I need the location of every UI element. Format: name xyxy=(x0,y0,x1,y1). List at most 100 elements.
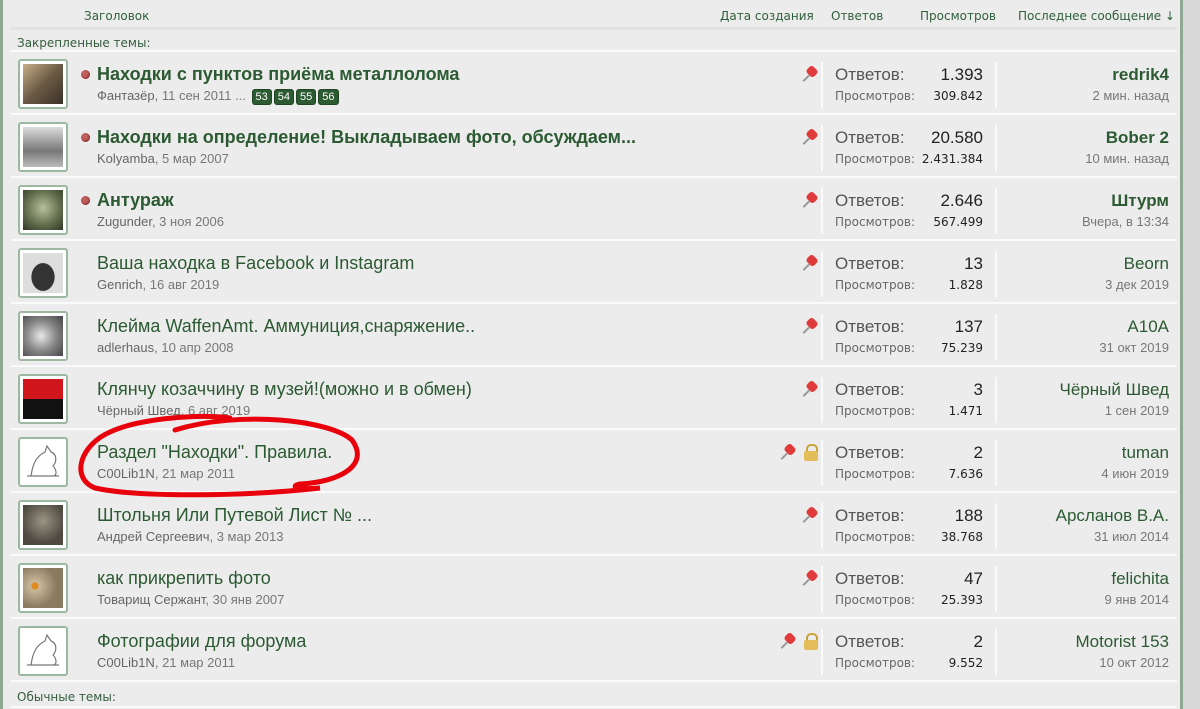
scrollbar-area[interactable] xyxy=(1180,0,1200,709)
thread-author-link[interactable]: Genrich xyxy=(97,277,143,292)
last-post-user-link[interactable]: Motorist 153 xyxy=(1075,632,1169,652)
thread-title-link[interactable]: Клейма WaffenAmt. Аммуниция,снаряжение.. xyxy=(97,316,475,337)
views-count: 1.828 xyxy=(948,278,983,292)
thread-list: Заголовок Дата создания Ответов Просмотр… xyxy=(0,0,1180,709)
last-post: Арсланов В.А. 31 июл 2014 xyxy=(1056,506,1169,544)
last-post-user-link[interactable]: A10A xyxy=(1099,317,1169,337)
thread-date: 11 сен 2011 xyxy=(161,88,232,103)
thread-author-link[interactable]: adlerhaus xyxy=(97,340,154,355)
replies-count: 47 xyxy=(964,569,983,588)
last-post-user-link[interactable]: Bober 2 xyxy=(1085,128,1169,148)
normal-section-label: Обычные темы: xyxy=(17,690,116,704)
views-count: 567.499 xyxy=(933,215,983,229)
thread-row: Штольня Или Путевой Лист № ... Андрей Сер… xyxy=(11,493,1177,556)
thread-author-link[interactable]: Zugunder xyxy=(97,214,152,229)
avatar[interactable] xyxy=(18,626,68,676)
last-post-time-link[interactable]: 3 дек 2019 xyxy=(1105,277,1169,292)
last-post-time-link[interactable]: 10 окт 2012 xyxy=(1075,655,1169,670)
views-count: 1.471 xyxy=(948,404,983,418)
last-post-time-link[interactable]: 4 июн 2019 xyxy=(1101,466,1169,481)
last-post: Beorn 3 дек 2019 xyxy=(1105,254,1169,292)
thread-stats: Ответов: 3 Просмотров: 1.471 xyxy=(821,377,997,423)
page-link[interactable]: 54 xyxy=(273,89,295,105)
avatar[interactable] xyxy=(18,563,68,613)
views-label: Просмотров: xyxy=(835,404,916,418)
avatar-image xyxy=(23,253,63,293)
thread-title-link[interactable]: Клянчу козаччину в музей!(можно и в обме… xyxy=(97,379,472,400)
thread-title-link[interactable]: Фотографии для форума xyxy=(97,631,306,652)
thread-date: 3 мар 2013 xyxy=(216,529,284,544)
thread-title-link[interactable]: Раздел "Находки". Правила. xyxy=(97,442,332,463)
avatar[interactable] xyxy=(18,122,68,172)
last-post-time-link[interactable]: 9 янв 2014 xyxy=(1105,592,1170,607)
last-post-time-link[interactable]: 10 мин. назад xyxy=(1085,151,1169,166)
thread-title-link[interactable]: Антураж xyxy=(97,190,174,211)
thread-author-link[interactable]: Чёрный Швед xyxy=(97,403,181,418)
thread-meta: C00Lib1N, 21 мар 2011 xyxy=(97,466,236,481)
thread-title-link[interactable]: Находки с пунктов приёма металлолома xyxy=(97,64,459,85)
lock-icon xyxy=(803,444,819,462)
page-link[interactable]: 53 xyxy=(251,89,272,105)
last-post-user-link[interactable]: Чёрный Швед xyxy=(1060,380,1170,400)
page-link[interactable]: 56 xyxy=(318,89,339,105)
thread-row: Ваша находка в Facebook и Instagram Genri… xyxy=(11,241,1177,304)
thread-title-link[interactable]: Находки на определение! Выкладываем фото… xyxy=(97,127,636,148)
thread-author-link[interactable]: C00Lib1N xyxy=(97,655,155,670)
last-post: Motorist 153 10 окт 2012 xyxy=(1075,632,1169,670)
thread-author-link[interactable]: C00Lib1N xyxy=(97,466,155,481)
thread-author-link[interactable]: Фантазёр xyxy=(97,88,155,103)
thread-date: 3 ноя 2006 xyxy=(159,214,224,229)
thread-row: Находки с пунктов приёма металлолома Фант… xyxy=(11,52,1177,115)
thread-row: как прикрепить фото Товарищ Сержант, 30 я… xyxy=(11,556,1177,619)
last-post-user-link[interactable]: tuman xyxy=(1101,443,1169,463)
avatar[interactable] xyxy=(18,374,68,424)
last-post-time-link[interactable]: 31 окт 2019 xyxy=(1099,340,1169,355)
sort-last-post[interactable]: Последнее сообщение ↓ xyxy=(1018,9,1175,23)
last-post-user-link[interactable]: Beorn xyxy=(1105,254,1169,274)
thread-author-link[interactable]: Kolyamba xyxy=(97,151,155,166)
last-post-time-link[interactable]: 2 мин. назад xyxy=(1093,88,1169,103)
thread-row: Фотографии для форума C00Lib1N, 21 мар 20… xyxy=(11,619,1177,682)
sticky-pin-icon xyxy=(779,633,797,651)
last-post-user-link[interactable]: redrik4 xyxy=(1093,65,1169,85)
views-label: Просмотров: xyxy=(835,215,916,229)
avatar[interactable] xyxy=(18,59,68,109)
sticky-pin-icon xyxy=(801,129,819,147)
thread-title-link[interactable]: Штольня Или Путевой Лист № ... xyxy=(97,505,372,526)
views-label: Просмотров: xyxy=(835,89,916,103)
last-post: A10A 31 окт 2019 xyxy=(1099,317,1169,355)
sticky-pin-icon xyxy=(801,381,819,399)
sort-views[interactable]: Просмотров xyxy=(920,9,996,23)
avatar-image xyxy=(23,316,63,356)
thread-title-link[interactable]: Ваша находка в Facebook и Instagram xyxy=(97,253,414,274)
sort-replies[interactable]: Ответов xyxy=(831,9,883,23)
last-post-user-link[interactable]: Штурм xyxy=(1082,191,1169,211)
thread-date: 30 янв 2007 xyxy=(212,592,285,607)
thread-author-link[interactable]: Андрей Сергеевич xyxy=(97,529,209,544)
last-post-time-link[interactable]: Вчера, в 13:34 xyxy=(1082,214,1169,229)
last-post: redrik4 2 мин. назад xyxy=(1093,65,1169,103)
views-count: 2.431.384 xyxy=(921,152,983,166)
replies-label: Ответов: xyxy=(835,317,905,336)
avatar[interactable] xyxy=(18,248,68,298)
sort-title[interactable]: Заголовок xyxy=(84,9,149,23)
avatar[interactable] xyxy=(18,311,68,361)
sort-date[interactable]: Дата создания xyxy=(720,9,814,23)
replies-count: 20.580 xyxy=(931,128,983,147)
avatar[interactable] xyxy=(18,500,68,550)
sticky-section-label: Закрепленные темы: xyxy=(17,36,151,50)
thread-title-link[interactable]: как прикрепить фото xyxy=(97,568,271,589)
avatar[interactable] xyxy=(18,185,68,235)
views-label: Просмотров: xyxy=(835,341,916,355)
views-count: 309.842 xyxy=(933,89,983,103)
last-post-time-link[interactable]: 31 июл 2014 xyxy=(1056,529,1169,544)
last-post-user-link[interactable]: Арсланов В.А. xyxy=(1056,506,1169,526)
last-post-user-link[interactable]: felichita xyxy=(1105,569,1169,589)
replies-label: Ответов: xyxy=(835,128,905,147)
page-link[interactable]: 55 xyxy=(296,89,317,105)
replies-label: Ответов: xyxy=(835,506,905,525)
unread-indicator-icon xyxy=(81,196,90,205)
thread-author-link[interactable]: Товарищ Сержант xyxy=(97,592,205,607)
avatar[interactable] xyxy=(18,437,68,487)
last-post-time-link[interactable]: 1 сен 2019 xyxy=(1060,403,1169,418)
